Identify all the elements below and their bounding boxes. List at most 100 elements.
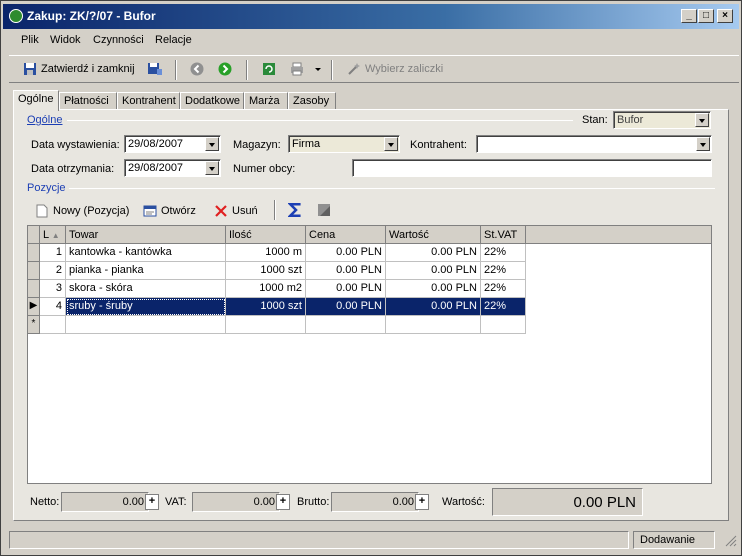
contractor-label: Kontrahent: bbox=[410, 139, 467, 151]
table-row[interactable]: 3 skora - skóra 1000 m2 0.00 PLN 0.00 PL… bbox=[28, 280, 526, 298]
calculator-button[interactable] bbox=[317, 203, 331, 217]
table-row[interactable]: 2 pianka - pianka 1000 szt 0.00 PLN 0.00… bbox=[28, 262, 526, 280]
cell-wartosc bbox=[386, 316, 481, 334]
table-row-new[interactable]: * bbox=[28, 316, 526, 334]
cell-wartosc: 0.00 PLN bbox=[386, 262, 481, 280]
table-row[interactable]: 1 kantowka - kantówka 1000 m 0.00 PLN 0.… bbox=[28, 244, 526, 262]
save-as-button[interactable] bbox=[147, 62, 163, 76]
calculator-icon bbox=[318, 204, 330, 216]
cell-wartosc: 0.00 PLN bbox=[386, 244, 481, 262]
arrow-left-icon bbox=[190, 62, 204, 76]
issue-date-picker[interactable]: 29/08/2007 bbox=[124, 135, 221, 153]
cell-cena: 0.00 PLN bbox=[306, 280, 386, 298]
title-bar[interactable]: Zakup: ZK/?/07 - Bufor _ □ × bbox=[3, 4, 739, 29]
back-button[interactable] bbox=[190, 62, 204, 76]
grid-header-ilosc[interactable]: Ilość bbox=[226, 226, 306, 244]
resize-grip-icon[interactable] bbox=[717, 531, 737, 549]
cell-cena bbox=[306, 316, 386, 334]
status-bar: Dodawanie bbox=[9, 529, 739, 551]
printer-icon bbox=[291, 62, 303, 76]
vat-label: VAT: bbox=[165, 496, 187, 508]
menu-widok[interactable]: Widok bbox=[50, 34, 81, 46]
grid-header-cena[interactable]: Cena bbox=[306, 226, 386, 244]
tab-kontrahent[interactable]: Kontrahent bbox=[117, 92, 180, 110]
menu-czynnosci[interactable]: Czynności bbox=[93, 34, 144, 46]
tab-marza[interactable]: Marża bbox=[244, 92, 288, 110]
magic-wand-icon bbox=[348, 63, 360, 75]
receipt-date-picker[interactable]: 29/08/2007 bbox=[124, 159, 221, 177]
sum-button[interactable] bbox=[288, 202, 304, 218]
stan-select[interactable]: Bufor bbox=[613, 111, 711, 129]
cell-l: 1 bbox=[40, 244, 66, 262]
grid-header-l[interactable]: L ▲ bbox=[40, 226, 66, 244]
menu-plik[interactable]: Plik bbox=[21, 34, 39, 46]
window-title: Zakup: ZK/?/07 - Bufor bbox=[27, 9, 156, 23]
new-position-button[interactable]: Nowy (Pozycja) bbox=[35, 204, 129, 218]
chevron-down-icon bbox=[696, 137, 710, 151]
confirm-close-button[interactable]: Zatwierdź i zamknij bbox=[23, 62, 135, 76]
cell-stvat bbox=[481, 316, 526, 334]
brutto-label: Brutto: bbox=[297, 496, 330, 508]
foreign-number-label: Numer obcy: bbox=[233, 163, 296, 175]
new-document-icon bbox=[36, 204, 48, 218]
forward-button[interactable] bbox=[218, 62, 232, 76]
vat-expand-button[interactable]: + bbox=[276, 494, 290, 510]
grid-header-towar[interactable]: Towar bbox=[66, 226, 226, 244]
contractor-select[interactable] bbox=[476, 135, 712, 153]
chevron-down-icon bbox=[205, 161, 219, 175]
sort-asc-icon: ▲ bbox=[51, 231, 60, 240]
cell-ilosc: 1000 szt bbox=[226, 262, 306, 280]
row-indicator bbox=[28, 244, 40, 262]
status-mode: Dodawanie bbox=[633, 531, 715, 549]
brutto-value: 0.00 bbox=[331, 492, 419, 512]
delete-position-button[interactable]: Usuń bbox=[214, 204, 258, 218]
cell-ilosc bbox=[226, 316, 306, 334]
status-panel-main bbox=[9, 531, 629, 549]
cell-stvat: 22% bbox=[481, 262, 526, 280]
tab-dodatkowe[interactable]: Dodatkowe bbox=[180, 92, 244, 110]
menu-relacje[interactable]: Relacje bbox=[155, 34, 192, 46]
cell-towar: skora - skóra bbox=[66, 280, 226, 298]
cell-l bbox=[40, 316, 66, 334]
tab-zasoby[interactable]: Zasoby bbox=[288, 92, 336, 110]
print-menu-button[interactable] bbox=[314, 62, 322, 76]
toolbar: Zatwierdź i zamknij Wybierz zaliczki bbox=[9, 55, 739, 83]
positions-grid[interactable]: L ▲ Towar Ilość Cena Wartość St.VAT 1 ka… bbox=[27, 225, 712, 484]
print-button[interactable] bbox=[290, 62, 304, 76]
cell-cena: 0.00 PLN bbox=[306, 298, 386, 316]
cell-towar: sruby - śruby bbox=[66, 298, 226, 316]
minimize-button[interactable]: _ bbox=[681, 9, 697, 23]
general-group-label: Ogólne bbox=[27, 114, 63, 126]
wartosc-label: Wartość: bbox=[442, 496, 485, 508]
open-form-icon bbox=[143, 205, 157, 217]
grid-header-indicator bbox=[28, 226, 40, 244]
open-position-button[interactable]: Otwórz bbox=[143, 204, 196, 218]
cell-stvat: 22% bbox=[481, 298, 526, 316]
choose-advances-button[interactable]: Wybierz zaliczki bbox=[347, 62, 443, 76]
maximize-button[interactable]: □ bbox=[698, 9, 714, 23]
save-copy-icon bbox=[148, 63, 162, 75]
grid-header-wartosc[interactable]: Wartość bbox=[386, 226, 481, 244]
cell-cena: 0.00 PLN bbox=[306, 262, 386, 280]
close-button[interactable]: × bbox=[717, 9, 733, 23]
cell-stvat: 22% bbox=[481, 280, 526, 298]
brutto-expand-button[interactable]: + bbox=[415, 494, 429, 510]
warehouse-select[interactable]: Firma bbox=[288, 135, 400, 153]
netto-expand-button[interactable]: + bbox=[145, 494, 159, 510]
refresh-button[interactable] bbox=[262, 62, 276, 76]
row-indicator bbox=[28, 262, 40, 280]
sigma-icon bbox=[288, 203, 301, 217]
tab-ogolne[interactable]: Ogólne bbox=[13, 90, 59, 111]
cell-l: 3 bbox=[40, 280, 66, 298]
cell-towar: pianka - pianka bbox=[66, 262, 226, 280]
cell-ilosc: 1000 m bbox=[226, 244, 306, 262]
refresh-icon bbox=[263, 63, 275, 75]
foreign-number-input[interactable] bbox=[352, 159, 712, 177]
table-row-selected[interactable]: ▶ 4 sruby - śruby 1000 szt 0.00 PLN 0.00… bbox=[28, 298, 526, 316]
grid-header-stvat[interactable]: St.VAT bbox=[481, 226, 526, 244]
group-divider bbox=[67, 120, 573, 121]
purchase-window: Zakup: ZK/?/07 - Bufor _ □ × Plik Widok … bbox=[0, 0, 742, 556]
tab-platnosci[interactable]: Płatności bbox=[59, 92, 117, 110]
row-indicator bbox=[28, 280, 40, 298]
issue-date-label: Data wystawienia: bbox=[31, 139, 120, 151]
